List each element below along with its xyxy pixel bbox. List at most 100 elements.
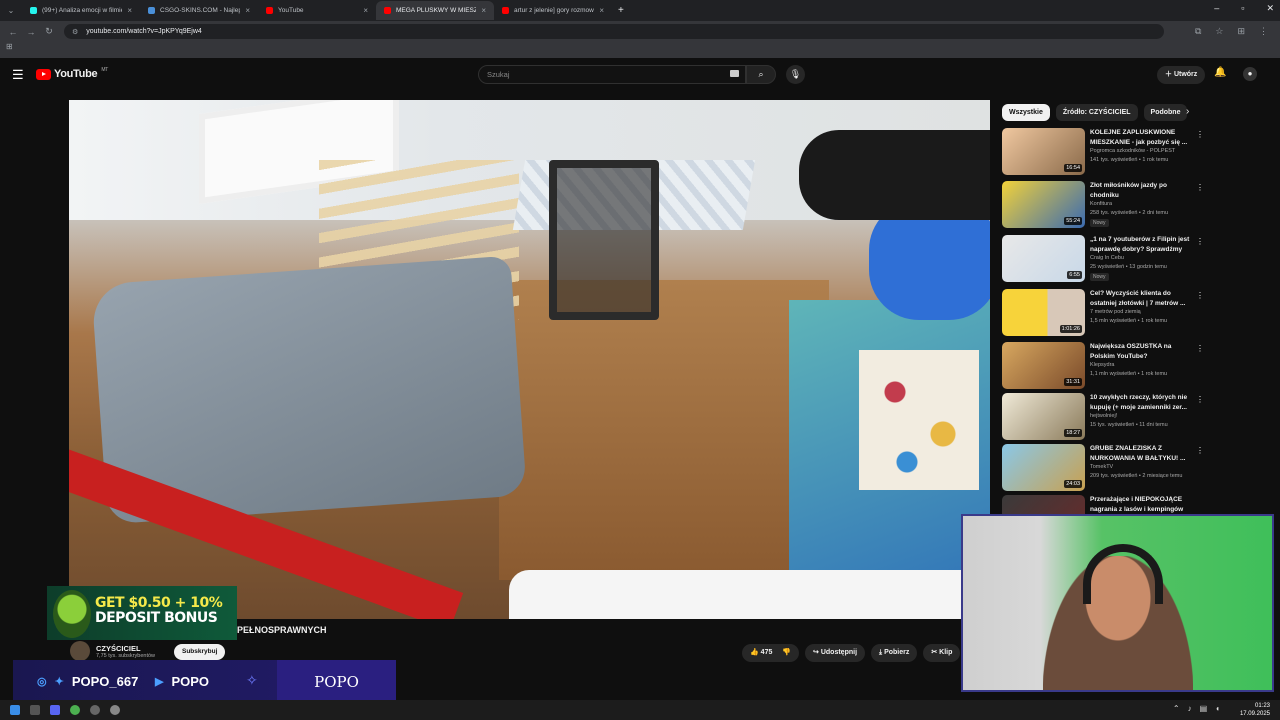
video-thumbnail[interactable]: 1:01:26 (1002, 289, 1085, 336)
recommendation-item[interactable]: 31:31 Największa OSZUSTKA na Polskim You… (1002, 342, 1204, 392)
recommendation-title[interactable]: Przerażające i NIEPOKOJĄCE nagrania z la… (1090, 495, 1190, 514)
browser-menu-icon[interactable]: ⋮ (1259, 26, 1268, 37)
mic-icon[interactable]: ♪ (1188, 704, 1192, 713)
recommendation-title[interactable]: 10 zwykłych rzeczy, których nie kupuję (… (1090, 393, 1190, 412)
browser-tab-active[interactable]: MEGA PLUSKWY W MIESZ × (376, 1, 494, 20)
close-icon[interactable]: × (363, 6, 368, 15)
search-button[interactable]: ⌕ (746, 65, 776, 84)
recommendation-item[interactable]: 6:55 „1 na 7 youtuberów z Filipin jest n… (1002, 235, 1204, 285)
video-thumbnail[interactable]: 31:31 (1002, 342, 1085, 389)
chrome-icon[interactable] (70, 705, 80, 715)
tab-search-icon[interactable]: ⌄ (0, 6, 22, 15)
like-button[interactable]: 👍 475 👎 (742, 644, 800, 662)
recommendation-title[interactable]: GRUBE ZNALEZISKA Z NURKOWANIA W BAŁTYKU!… (1090, 444, 1190, 463)
obs-icon[interactable] (110, 705, 120, 715)
cast-icon[interactable]: ⧉ (1195, 26, 1201, 37)
share-button[interactable]: ↪ Udostępnij (805, 644, 866, 662)
youtube-logo[interactable]: YouTube MT (36, 67, 108, 80)
maximize-icon[interactable]: ▫ (1241, 3, 1244, 14)
site-info-icon[interactable]: ⚙ (72, 28, 78, 36)
notifications-bell-icon[interactable]: 🔔 (1214, 67, 1226, 78)
voice-search-icon[interactable]: 🎙 (786, 65, 805, 84)
browser-tab[interactable]: YouTube × (258, 1, 376, 20)
like-count: 475 (760, 649, 773, 656)
chevron-right-icon[interactable]: › (1186, 106, 1189, 117)
more-options-icon[interactable]: ⋮ (1196, 446, 1204, 455)
chip-all[interactable]: Wszystkie (1002, 104, 1050, 121)
url-field[interactable]: ⚙ youtube.com/watch?v=JpKPYq9Ejw4 (64, 24, 1164, 39)
channel-avatar[interactable] (70, 641, 90, 661)
bookmark-star-icon[interactable]: ☆ (1215, 26, 1223, 37)
video-thumbnail[interactable]: 24:03 (1002, 444, 1085, 491)
clock-time: 01:23 (1254, 703, 1270, 709)
recommendation-item[interactable]: 1:01:26 Cel? Wyczyścić klienta do ostatn… (1002, 289, 1204, 339)
download-button[interactable]: ⤓ Pobierz (871, 644, 918, 662)
back-icon[interactable]: ← (8, 27, 18, 37)
close-icon[interactable]: × (245, 6, 250, 15)
subscribe-button[interactable]: Subskrybuj (174, 644, 226, 660)
more-options-icon[interactable]: ⋮ (1196, 344, 1204, 353)
chip-related[interactable]: Podobne (1143, 104, 1188, 121)
tray-chevron-icon[interactable]: ⌃ (1173, 704, 1180, 713)
account-avatar[interactable]: ● (1243, 67, 1257, 81)
forward-icon[interactable]: → (26, 27, 36, 37)
recommendation-item[interactable]: 18:27 10 zwykłych rzeczy, których nie ku… (1002, 393, 1204, 443)
recommendation-item[interactable]: 24:03 GRUBE ZNALEZISKA Z NURKOWANIA W BA… (1002, 444, 1204, 494)
create-button[interactable]: ＋ Utwórz (1157, 66, 1206, 84)
discord-icon[interactable] (50, 705, 60, 715)
apps-icon[interactable]: ⊞ (6, 42, 13, 51)
volume-icon[interactable]: ◖ (1215, 704, 1220, 713)
video-thumbnail[interactable]: 6:55 (1002, 235, 1085, 282)
video-thumbnail[interactable] (1002, 495, 1085, 515)
recommendation-title[interactable]: „1 na 7 youtuberów z Filipin jest napraw… (1090, 235, 1190, 255)
network-icon[interactable]: ▤ (1200, 704, 1208, 713)
taskbar-app-icon[interactable] (90, 705, 100, 715)
more-options-icon[interactable]: ⋮ (1196, 183, 1204, 192)
recommendation-channel[interactable]: Craig In Cebu (1090, 255, 1124, 261)
taskbar-app-icon[interactable] (30, 705, 40, 715)
start-icon[interactable] (10, 705, 20, 715)
new-tab-button[interactable]: + (618, 5, 624, 16)
extensions-icon[interactable]: ⊞ (1237, 26, 1245, 37)
browser-tab[interactable]: (99+) Analiza emocji w filmie - × (22, 1, 140, 20)
minimize-icon[interactable]: – (1214, 3, 1219, 14)
chip-source[interactable]: Źródło: CZYŚCICIEL (1055, 104, 1138, 121)
browser-tab[interactable]: CSGO-SKINS.COM - Najlepsze × (140, 1, 258, 20)
more-options-icon[interactable]: ⋮ (1196, 130, 1204, 139)
video-thumbnail[interactable]: 55:24 (1002, 181, 1085, 228)
video-thumbnail[interactable]: 18:27 (1002, 393, 1085, 440)
channel-name[interactable]: CZYŚCICIEL (96, 644, 155, 653)
close-icon[interactable]: × (127, 6, 132, 15)
clock[interactable]: 01:23 17.09.2025 (1240, 702, 1270, 718)
recommendation-item[interactable]: 55:24 Złot miłośników jazdy po chodniku … (1002, 181, 1204, 231)
recommendation-title[interactable]: Cel? Wyczyścić klienta do ostatniej złot… (1090, 289, 1190, 308)
recommendation-channel[interactable]: Pogromca szkodników - POLPEST (1090, 148, 1175, 154)
more-options-icon[interactable]: ⋮ (1196, 291, 1204, 300)
recommendation-meta: 209 tys. wyświetleń • 2 miesiące temu (1090, 473, 1183, 479)
recommendation-title[interactable]: KOLEJNE ZAPLUSKWIONE MIESZKANIE - jak po… (1090, 128, 1190, 147)
recommendation-channel[interactable]: Konfitura (1090, 201, 1112, 207)
tab-label: (99+) Analiza emocji w filmie - (42, 7, 123, 14)
close-icon[interactable]: × (599, 6, 604, 15)
recommendation-channel[interactable]: hejtwolniej! (1090, 413, 1117, 419)
recommendation-title[interactable]: Złot miłośników jazdy po chodniku (1090, 181, 1190, 200)
recommendation-channel[interactable]: TomekTV (1090, 464, 1113, 470)
keyboard-icon[interactable] (730, 70, 739, 77)
more-options-icon[interactable]: ⋮ (1196, 395, 1204, 404)
recommendation-item[interactable]: Przerażające i NIEPOKOJĄCE nagrania z la… (1002, 495, 1192, 515)
video-thumbnail[interactable]: 16:54 (1002, 128, 1085, 175)
close-window-icon[interactable]: ✕ (1266, 3, 1274, 14)
recommendation-item[interactable]: 16:54 KOLEJNE ZAPLUSKWIONE MIESZKANIE - … (1002, 128, 1204, 178)
search-input[interactable]: Szukaj (478, 65, 746, 84)
recommendation-channel[interactable]: Klepsydra (1090, 362, 1114, 368)
recommendation-title[interactable]: Największa OSZUSTKA na Polskim YouTube? (1090, 342, 1190, 361)
recommendation-channel[interactable]: 7 metrów pod ziemią (1090, 309, 1141, 315)
close-icon[interactable]: × (481, 6, 486, 15)
thumbs-down-icon[interactable]: 👎 (782, 649, 791, 656)
video-player[interactable] (69, 100, 990, 619)
hamburger-menu-icon[interactable]: ☰ (12, 67, 24, 83)
reload-icon[interactable]: ↻ (44, 26, 54, 37)
browser-tab[interactable]: artur z jelenie] gory rozmowa z × (494, 1, 612, 20)
clip-button[interactable]: ✂ Klip (923, 644, 961, 662)
more-options-icon[interactable]: ⋮ (1196, 237, 1204, 246)
